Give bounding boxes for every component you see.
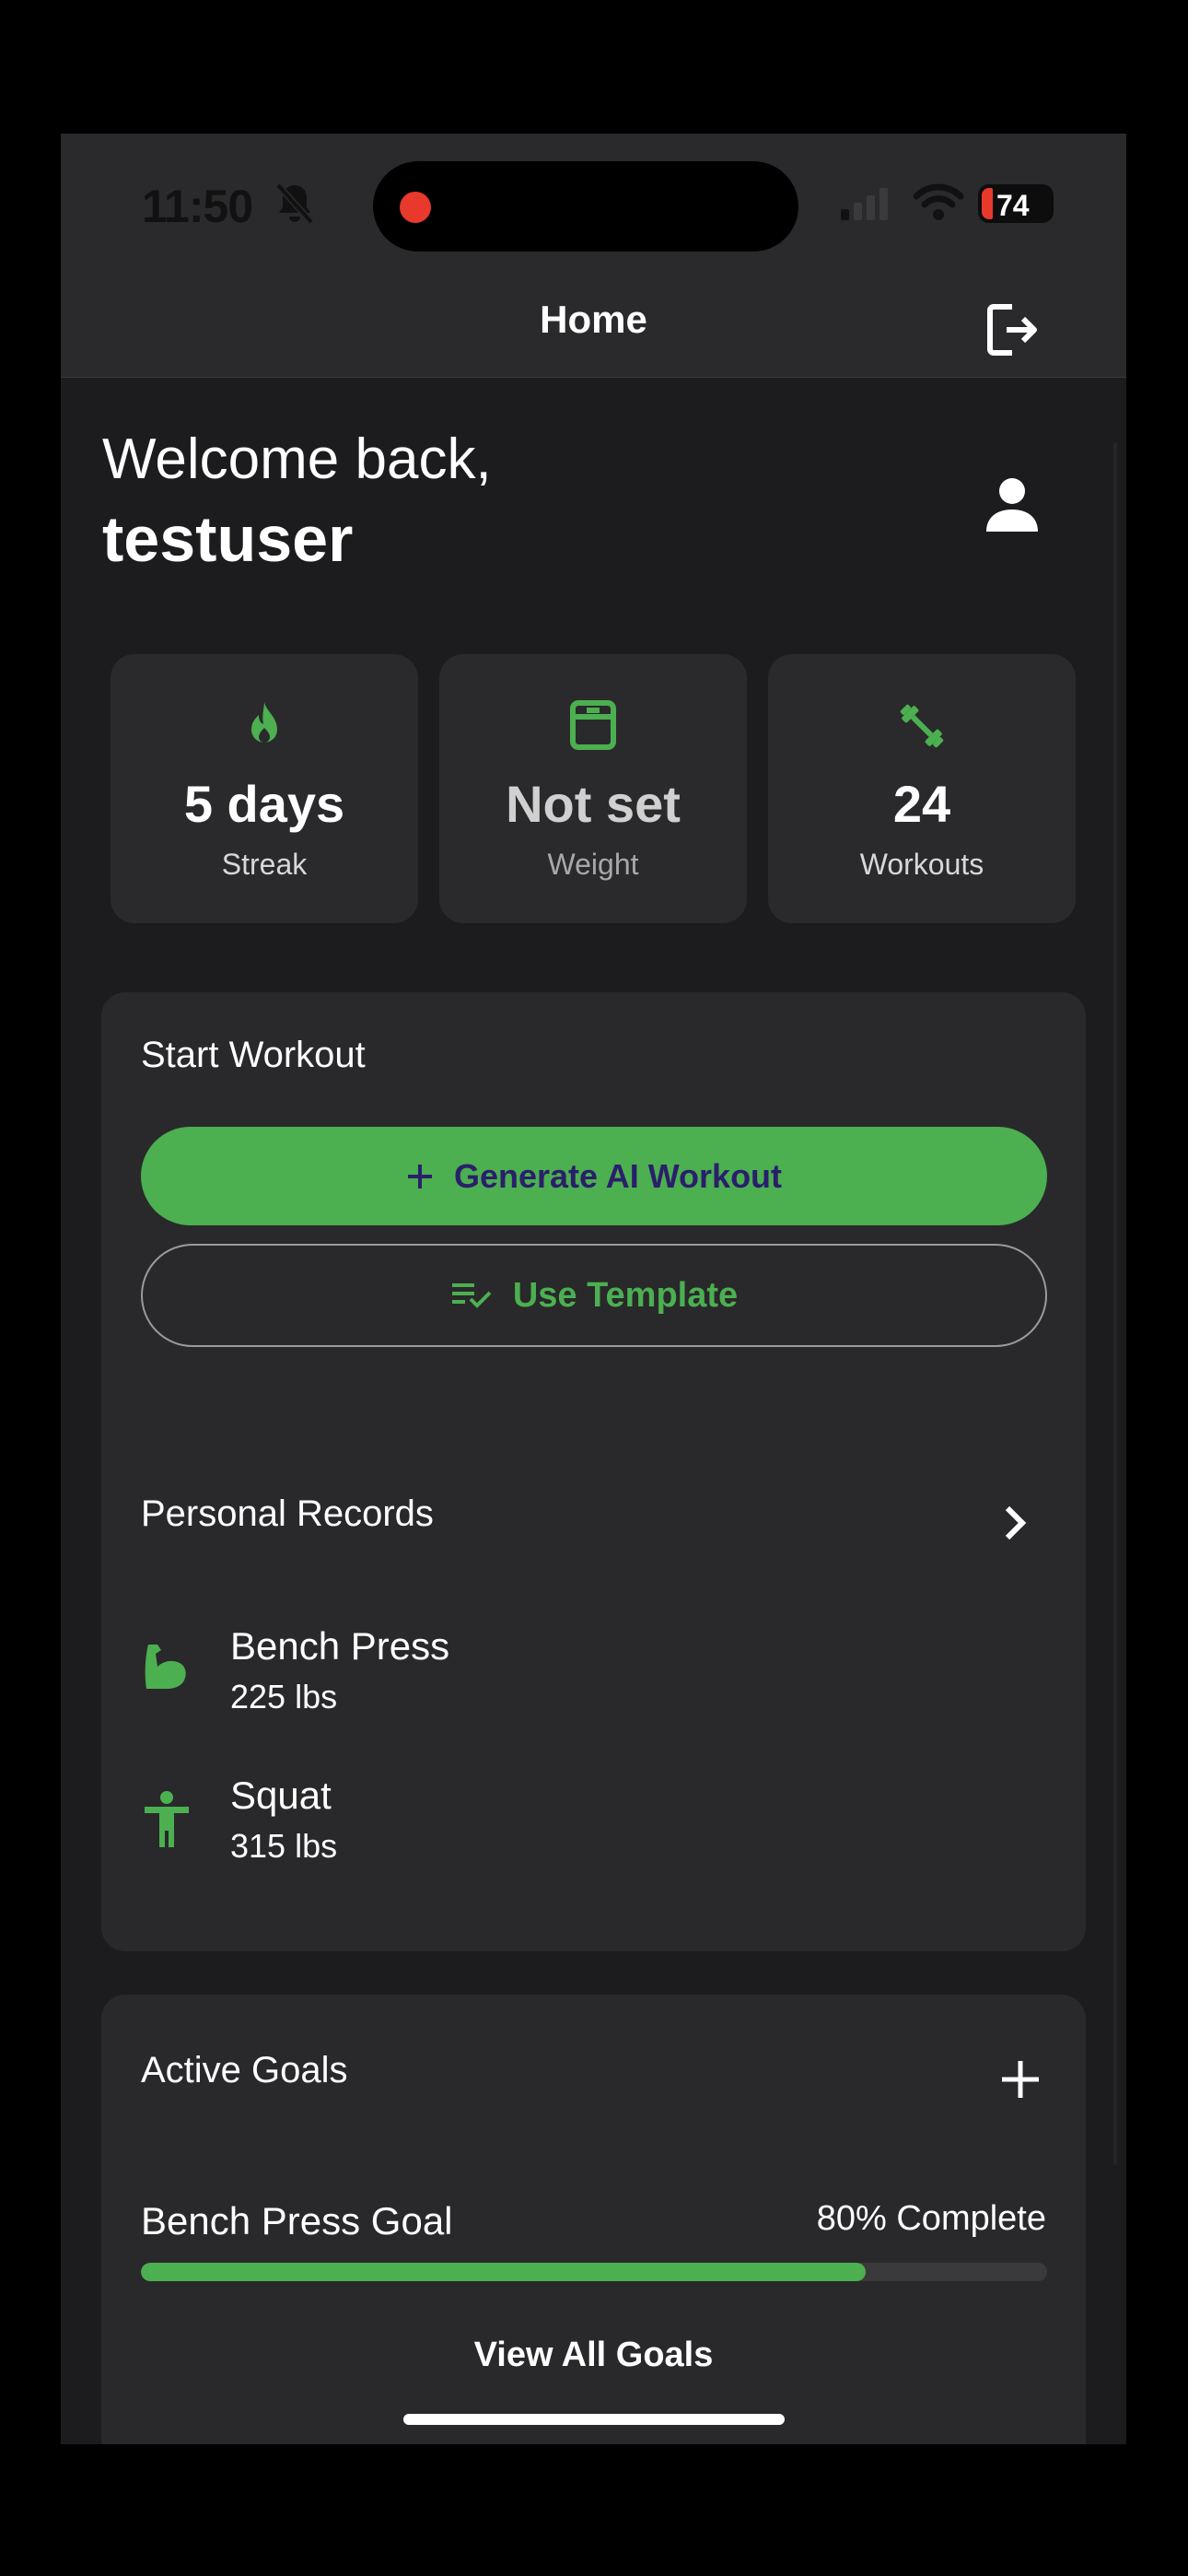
bell-slash-icon bbox=[275, 182, 314, 225]
add-goal-icon[interactable] bbox=[1000, 2059, 1041, 2100]
status-bar: 11:50 74 bbox=[61, 134, 1126, 272]
dumbbell-icon bbox=[900, 704, 944, 748]
stat-card-workouts: 24 Workouts bbox=[768, 654, 1076, 923]
goal-name: Bench Press Goal bbox=[141, 2199, 453, 2242]
stat-value: 24 bbox=[892, 775, 951, 833]
active-goals-card: Active Goals Bench Press Goal 80% Comple… bbox=[101, 1995, 1086, 2444]
battery-icon: 74 bbox=[978, 184, 1054, 223]
goal-progress-fill bbox=[141, 2263, 867, 2281]
app-header: Home bbox=[61, 272, 1126, 378]
record-name: Bench Press bbox=[230, 1624, 450, 1668]
goal-progress-label: 80% Complete bbox=[816, 2199, 1046, 2238]
section-title: Personal Records bbox=[141, 1493, 434, 1534]
status-time: 11:50 bbox=[142, 181, 253, 232]
home-indicator[interactable] bbox=[403, 2414, 785, 2425]
chevron-right-icon[interactable] bbox=[1002, 1505, 1028, 1541]
personal-records-card[interactable]: Personal Records Bench Press 225 lbs Squ… bbox=[101, 1440, 1086, 1951]
section-title: Active Goals bbox=[141, 2050, 348, 2090]
logout-icon[interactable] bbox=[984, 301, 1042, 358]
phone-screen: 11:50 74 Home Welcome back, testuser 5 d… bbox=[61, 134, 1126, 2444]
use-template-label: Use Template bbox=[512, 1275, 739, 1315]
goal-progress-bar bbox=[141, 2263, 1047, 2281]
record-value: 225 lbs bbox=[230, 1678, 338, 1715]
scale-icon bbox=[570, 700, 616, 750]
checklist-icon bbox=[451, 1283, 492, 1308]
page-title: Home bbox=[540, 298, 647, 341]
generate-ai-workout-button[interactable]: Generate AI Workout bbox=[141, 1127, 1047, 1225]
person-icon[interactable] bbox=[984, 474, 1040, 533]
username: testuser bbox=[102, 503, 354, 575]
plus-icon bbox=[407, 1164, 432, 1188]
record-value: 315 lbs bbox=[230, 1827, 338, 1865]
person-standing-icon bbox=[145, 1791, 189, 1847]
flame-icon bbox=[251, 702, 277, 743]
use-template-button[interactable]: Use Template bbox=[141, 1244, 1047, 1347]
stat-label: Workouts bbox=[859, 848, 984, 881]
record-name: Squat bbox=[230, 1774, 332, 1817]
flexed-arm-icon bbox=[145, 1645, 186, 1689]
generate-ai-workout-label: Generate AI Workout bbox=[453, 1156, 783, 1195]
stat-label: Weight bbox=[547, 848, 639, 881]
view-all-goals-button[interactable]: View All Goals bbox=[101, 2336, 1086, 2375]
recording-indicator bbox=[400, 192, 431, 223]
battery-level: 74 bbox=[996, 189, 1030, 222]
dynamic-island bbox=[373, 161, 798, 252]
stat-card-weight: Not set Weight bbox=[439, 654, 747, 923]
stat-value: 5 days bbox=[183, 775, 345, 833]
scrollbar[interactable] bbox=[1113, 442, 1117, 2165]
welcome-greeting: Welcome back, bbox=[102, 427, 492, 491]
stat-card-streak: 5 days Streak bbox=[111, 654, 418, 923]
wifi-icon bbox=[913, 183, 964, 220]
section-title: Start Workout bbox=[141, 1035, 366, 1075]
stat-value: Not set bbox=[506, 775, 681, 833]
signal-icon bbox=[841, 188, 888, 220]
stat-label: Streak bbox=[221, 848, 308, 881]
